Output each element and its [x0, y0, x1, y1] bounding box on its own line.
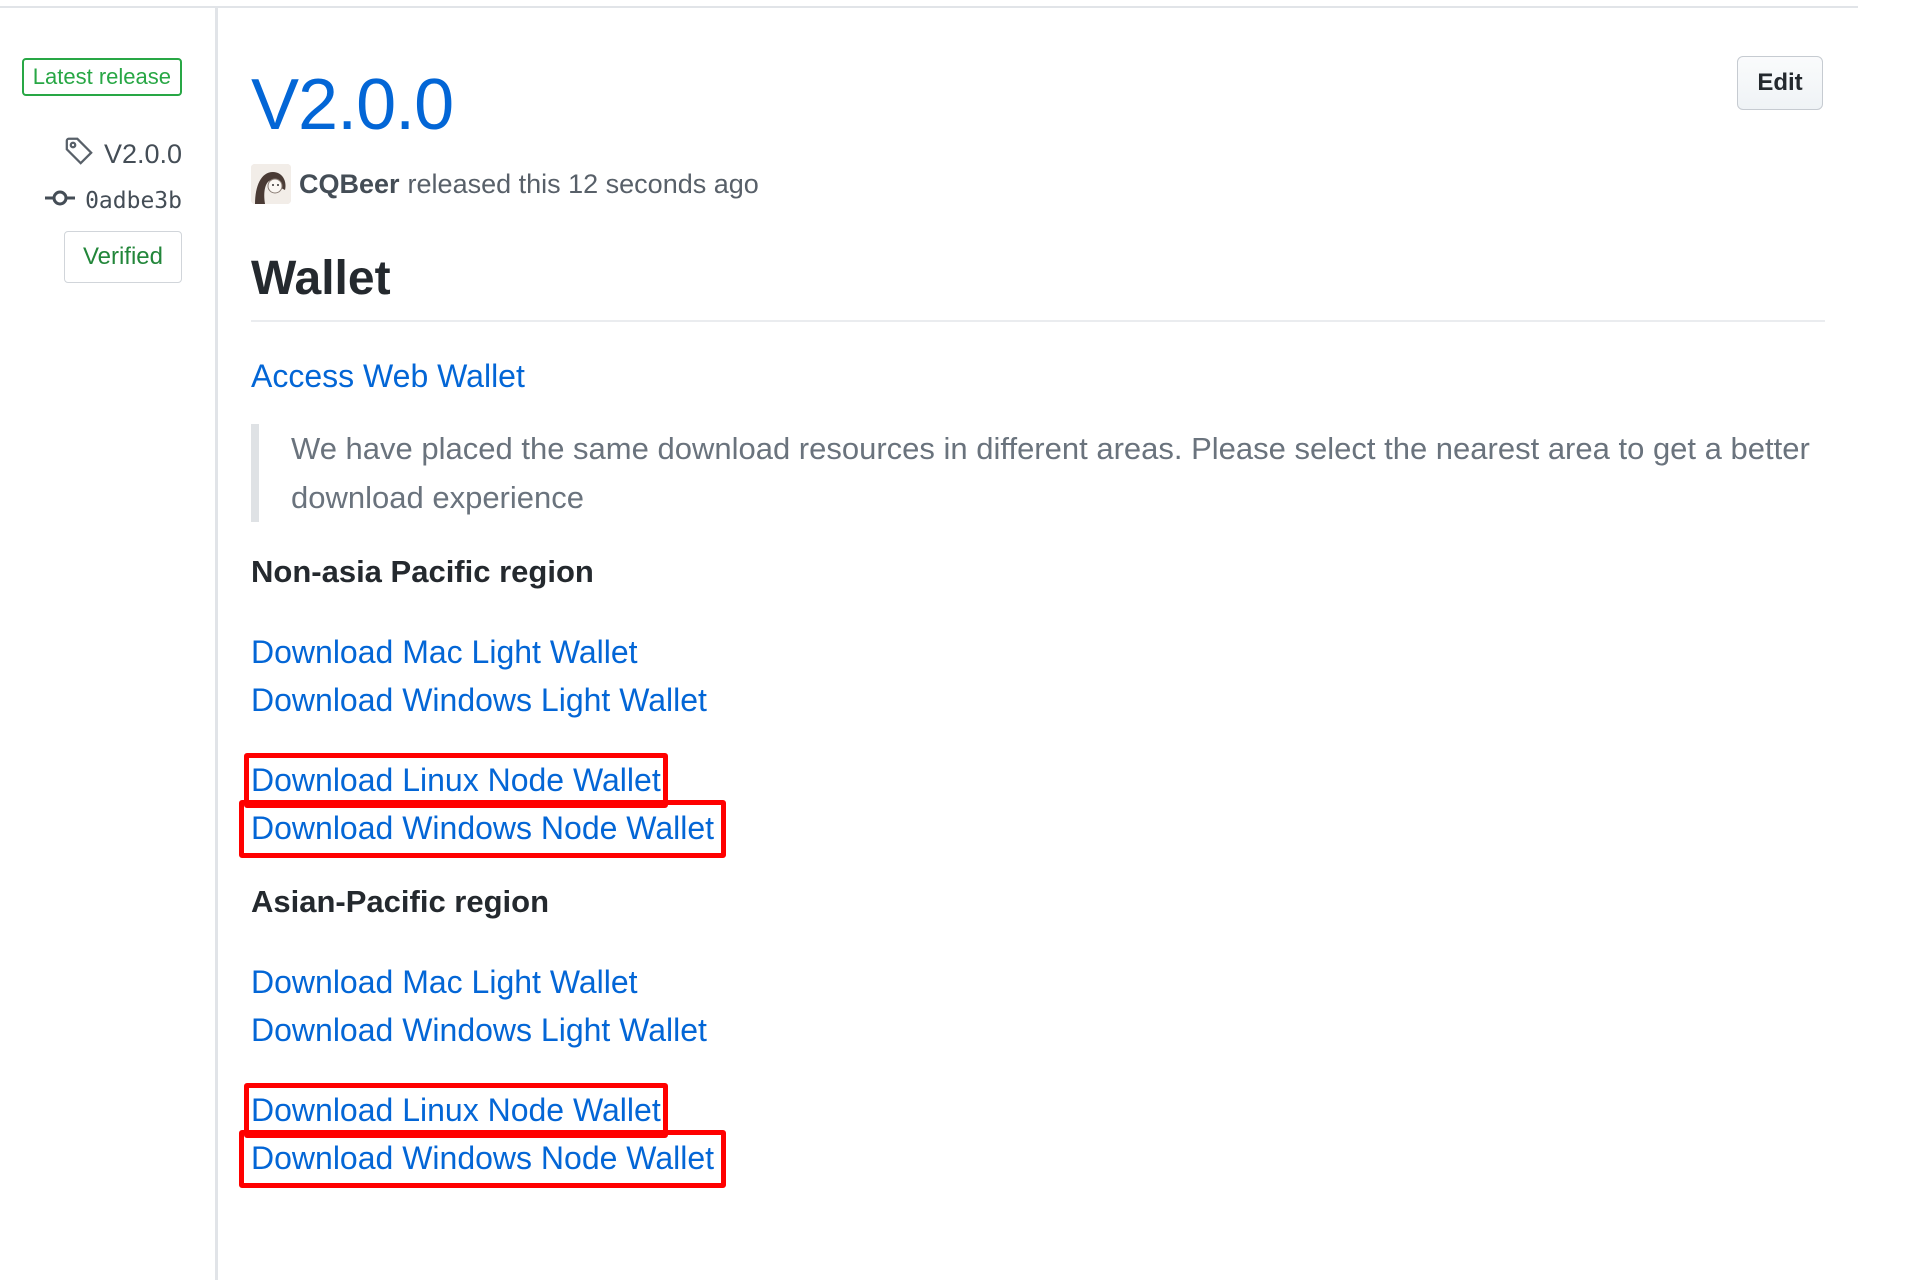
region-heading-non-asia: Non-asia Pacific region — [251, 554, 594, 589]
region-heading-asia-pacific: Asian-Pacific region — [251, 884, 550, 919]
download-windows-node-wallet-link[interactable]: Download Windows Node Wallet — [238, 800, 727, 858]
latest-release-badge: Latest release — [21, 58, 182, 96]
access-web-wallet-link[interactable]: Access Web Wallet — [251, 352, 525, 400]
released-time-text: released this 12 seconds ago — [407, 168, 759, 199]
release-title-link[interactable]: V2.0.0 — [251, 65, 454, 145]
avatar[interactable] — [251, 164, 291, 204]
verified-badge[interactable]: Verified — [63, 231, 182, 283]
region-note: We have placed the same download resourc… — [251, 424, 1825, 522]
release-commit[interactable]: 0adbe3b — [45, 188, 182, 214]
tag-icon — [64, 136, 94, 173]
download-windows-node-wallet-link[interactable]: Download Windows Node Wallet — [238, 1130, 727, 1188]
download-mac-light-wallet-link[interactable]: Download Mac Light Wallet — [251, 628, 638, 676]
section-heading-wallet: Wallet — [251, 250, 1825, 322]
download-linux-node-wallet-link[interactable]: Download Linux Node Wallet — [244, 1083, 668, 1138]
download-linux-node-wallet-link[interactable]: Download Linux Node Wallet — [244, 753, 668, 808]
download-windows-light-wallet-link[interactable]: Download Windows Light Wallet — [251, 676, 707, 724]
tag-name: V2.0.0 — [103, 139, 182, 169]
download-windows-light-wallet-link[interactable]: Download Windows Light Wallet — [251, 1006, 707, 1054]
light-wallet-links: Download Mac Light Wallet Download Windo… — [251, 628, 1825, 724]
release-title[interactable]: V2.0.0 — [251, 60, 1825, 150]
node-wallet-links: Download Linux Node Wallet Download Wind… — [238, 753, 1825, 858]
top-divider — [0, 6, 1858, 8]
release-byline: CQBeer released this 12 seconds ago — [251, 162, 1825, 206]
release-timeline-line — [215, 8, 218, 1280]
node-wallet-links: Download Linux Node Wallet Download Wind… — [238, 1083, 1825, 1188]
commit-sha: 0adbe3b — [85, 188, 182, 214]
git-commit-icon — [45, 188, 76, 214]
light-wallet-links: Download Mac Light Wallet Download Windo… — [251, 958, 1825, 1054]
download-mac-light-wallet-link[interactable]: Download Mac Light Wallet — [251, 958, 638, 1006]
author-link[interactable]: CQBeer — [299, 169, 400, 200]
release-tag[interactable]: V2.0.0 — [64, 136, 182, 173]
release-main: V2.0.0 CQBeer released this 12 seconds a… — [238, 60, 1825, 1188]
